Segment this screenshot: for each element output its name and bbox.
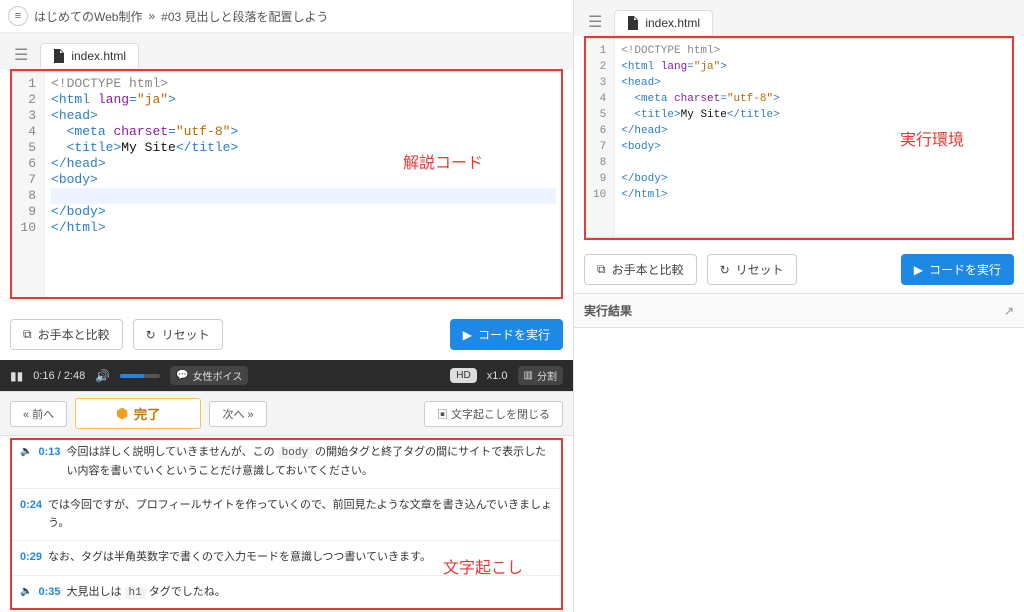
speech-icon: 💬 — [176, 370, 188, 381]
volume-slider[interactable] — [120, 374, 160, 378]
file-tab-right[interactable]: index.html — [614, 10, 713, 35]
run-button[interactable]: ▶コードを実行 — [450, 319, 563, 350]
code-editor-right[interactable]: 12345678910 <!DOCTYPE html> <html lang="… — [584, 38, 1014, 238]
copy-icon: ⧉ — [23, 327, 32, 342]
voice-button[interactable]: 💬女性ボイス — [170, 366, 248, 385]
video-bar: ▮▮ 0:16 / 2:48 🔊 💬女性ボイス HD x1.0 ▥分割 — [0, 360, 573, 391]
compare-button-right[interactable]: ⧉お手本と比較 — [584, 254, 697, 285]
split-icon: ▥ — [524, 370, 533, 381]
list-icon[interactable]: ☰ — [10, 41, 32, 69]
reset-button[interactable]: ↻リセット — [133, 319, 223, 350]
external-icon[interactable]: ↗ — [1004, 304, 1014, 318]
file-tab-label: index.html — [71, 49, 126, 63]
reset-icon: ↻ — [720, 263, 730, 277]
code-area[interactable]: <!DOCTYPE html> <html lang="ja"> <head> … — [45, 72, 562, 298]
box-icon: ⬢ — [116, 406, 128, 422]
done-button[interactable]: ⬢完了 — [75, 398, 201, 429]
speaker-icon: 🔈 — [20, 444, 32, 480]
close-transcript-button[interactable]: ▣ 文字起こしを閉じる — [424, 401, 563, 427]
pause-icon[interactable]: ▮▮ — [10, 369, 23, 383]
breadcrumb: ≡ はじめてのWeb制作 » #03 見出しと段落を配置しよう — [0, 0, 573, 33]
play-icon: ▶ — [914, 263, 923, 277]
hamburger-icon[interactable]: ≡ — [8, 6, 28, 26]
next-button[interactable]: 次へ » — [209, 401, 266, 427]
compare-button[interactable]: ⧉お手本と比較 — [10, 319, 123, 350]
run-button-right[interactable]: ▶コードを実行 — [901, 254, 1014, 285]
code-editor-left[interactable]: 12345678910 <!DOCTYPE html> <html lang="… — [10, 71, 563, 299]
reset-button-right[interactable]: ↻リセット — [707, 254, 797, 285]
file-tab[interactable]: index.html — [40, 43, 139, 68]
transcript-line[interactable]: 0:29なお、タグは半角英数字で書くので入力モードを意識しつつ書いていきます。 — [10, 541, 563, 576]
lesson-name: #03 見出しと段落を配置しよう — [161, 8, 328, 25]
hd-badge[interactable]: HD — [450, 368, 476, 383]
transcript-line[interactable]: 🔈0:13今回は詳しく説明していきませんが、この body の開始タグと終了タグ… — [10, 436, 563, 489]
file-icon — [53, 49, 65, 63]
reset-icon: ↻ — [146, 328, 156, 342]
play-icon: ▶ — [463, 328, 472, 342]
speed-control[interactable]: x1.0 — [487, 370, 508, 382]
transcript-line[interactable]: 0:24では今回ですが、プロフィールサイトを作っていくので、前回見たような文章を… — [10, 489, 563, 541]
list-icon[interactable]: ☰ — [584, 8, 606, 36]
result-header: 実行結果 ↗ — [574, 293, 1024, 328]
file-icon — [627, 16, 639, 30]
result-panel — [574, 328, 1024, 528]
volume-icon[interactable]: 🔊 — [95, 369, 110, 383]
copy-icon: ⧉ — [597, 262, 606, 277]
video-time: 0:16 / 2:48 — [33, 370, 85, 382]
transcript-line[interactable]: 🔈0:35大見出しは h1 タグでしたね。 — [10, 576, 563, 612]
gutter: 12345678910 — [11, 72, 45, 298]
course-name[interactable]: はじめてのWeb制作 — [34, 8, 142, 25]
speaker-icon: 🔈 — [20, 584, 32, 603]
split-button[interactable]: ▥分割 — [518, 366, 563, 385]
prev-button[interactable]: « 前へ — [10, 401, 67, 427]
close-icon: ▣ — [437, 409, 448, 421]
